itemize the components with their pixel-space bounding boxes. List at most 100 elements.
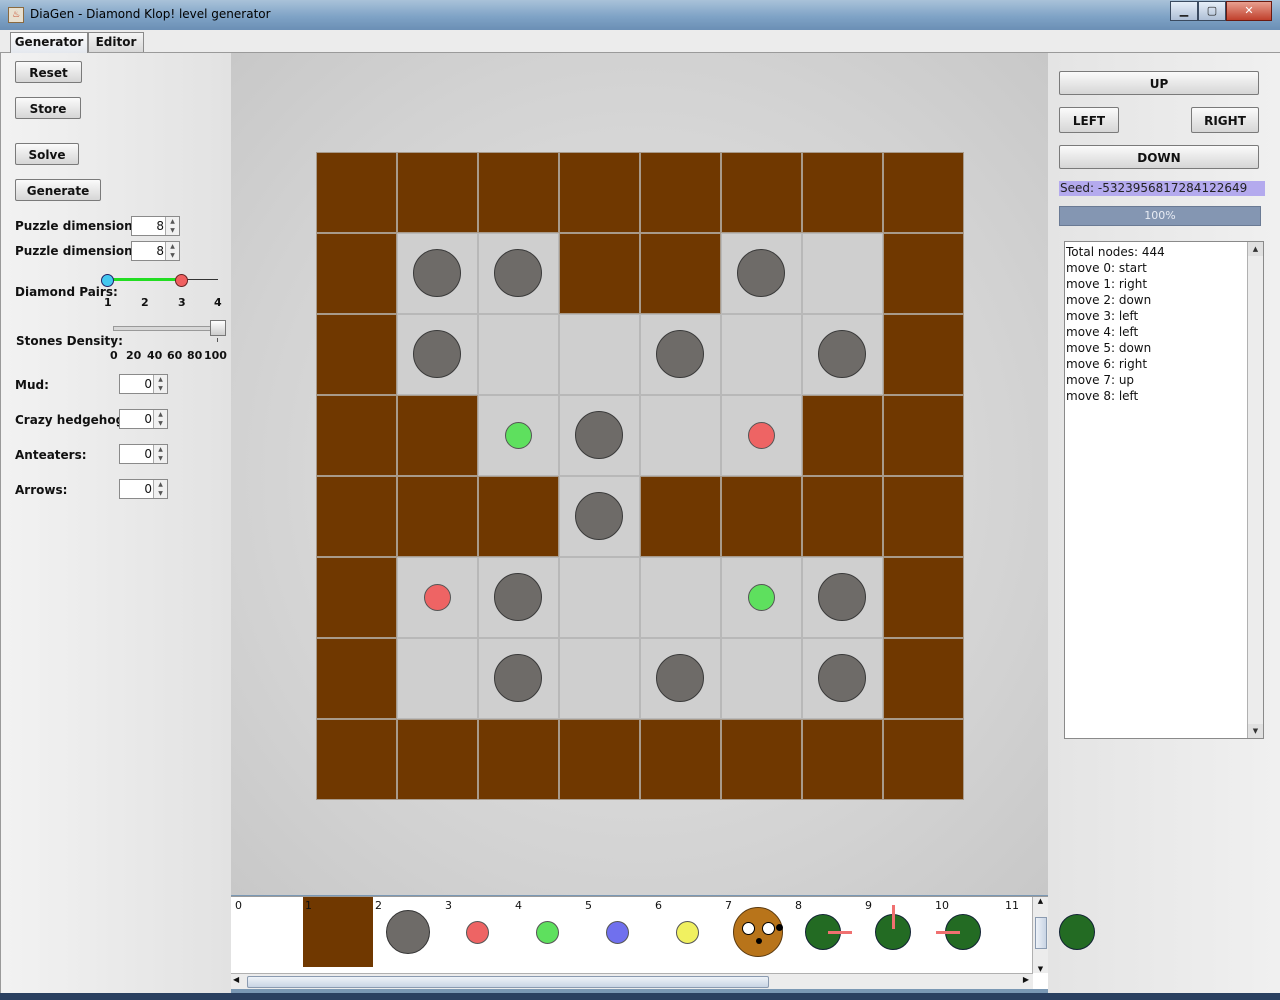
tab-editor[interactable]: Editor	[88, 32, 144, 52]
wall-cell[interactable]	[640, 719, 721, 800]
floor-cell[interactable]	[397, 638, 478, 719]
wall-cell[interactable]	[721, 152, 802, 233]
stones-density-slider[interactable]	[113, 320, 226, 342]
floor-cell[interactable]	[802, 233, 883, 314]
spinner-arrows-icon[interactable]: ▲ ▼	[153, 445, 167, 463]
arrows-spinner[interactable]: 0 ▲ ▼	[119, 479, 168, 499]
scroll-down-icon[interactable]: ▼	[1248, 724, 1263, 738]
wall-cell[interactable]	[478, 152, 559, 233]
wall-cell[interactable]	[640, 152, 721, 233]
palette-item-hedgehog[interactable]: 7	[723, 897, 793, 971]
floor-cell[interactable]	[559, 395, 640, 476]
floor-cell[interactable]	[478, 638, 559, 719]
floor-cell[interactable]	[478, 395, 559, 476]
spinner-arrows-icon[interactable]: ▲ ▼	[165, 217, 179, 235]
palette-vertical-scrollbar[interactable]: ▲ ▼	[1032, 897, 1048, 973]
floor-cell[interactable]	[721, 314, 802, 395]
floor-cell[interactable]	[721, 557, 802, 638]
floor-cell[interactable]	[559, 476, 640, 557]
minimize-button[interactable]: ▁	[1170, 1, 1198, 21]
wall-cell[interactable]	[883, 557, 964, 638]
wall-cell[interactable]	[316, 314, 397, 395]
floor-cell[interactable]	[640, 557, 721, 638]
reset-button[interactable]: Reset	[15, 61, 82, 83]
wall-cell[interactable]	[883, 314, 964, 395]
maximize-button[interactable]: ▢	[1198, 1, 1226, 21]
slider-thumb-low[interactable]	[101, 274, 114, 287]
floor-cell[interactable]	[397, 314, 478, 395]
spinner-arrows-icon[interactable]: ▲ ▼	[153, 375, 167, 393]
dimension-y-spinner[interactable]: 8 ▲ ▼	[131, 241, 180, 261]
close-button[interactable]: ✕	[1226, 1, 1272, 21]
floor-cell[interactable]	[802, 638, 883, 719]
right-button[interactable]: RIGHT	[1191, 107, 1259, 133]
floor-cell[interactable]	[721, 395, 802, 476]
wall-cell[interactable]	[802, 719, 883, 800]
wall-cell[interactable]	[883, 638, 964, 719]
floor-cell[interactable]	[478, 557, 559, 638]
floor-cell[interactable]	[802, 557, 883, 638]
spinner-arrows-icon[interactable]: ▲ ▼	[165, 242, 179, 260]
generate-button[interactable]: Generate	[15, 179, 101, 201]
scrollbar-thumb[interactable]	[247, 976, 769, 988]
wall-cell[interactable]	[397, 719, 478, 800]
wall-cell[interactable]	[316, 719, 397, 800]
floor-cell[interactable]	[640, 395, 721, 476]
floor-cell[interactable]	[397, 233, 478, 314]
up-button[interactable]: UP	[1059, 71, 1259, 95]
floor-cell[interactable]	[640, 314, 721, 395]
scroll-right-icon[interactable]: ▶	[1023, 975, 1029, 984]
store-button[interactable]: Store	[15, 97, 81, 119]
palette-item-red-diamond[interactable]: 3	[443, 897, 513, 971]
scroll-up-icon[interactable]: ▲	[1248, 242, 1263, 256]
anteaters-spinner[interactable]: 0 ▲ ▼	[119, 444, 168, 464]
dimension-x-spinner[interactable]: 8 ▲ ▼	[131, 216, 180, 236]
wall-cell[interactable]	[397, 476, 478, 557]
puzzle-board[interactable]	[316, 152, 964, 800]
palette-item-stone[interactable]: 2	[373, 897, 443, 971]
floor-cell[interactable]	[397, 557, 478, 638]
solve-button[interactable]: Solve	[15, 143, 79, 165]
floor-cell[interactable]	[559, 638, 640, 719]
spinner-arrows-icon[interactable]: ▲ ▼	[153, 410, 167, 428]
palette-item-anteater-right[interactable]: 8	[793, 897, 863, 971]
solution-log[interactable]: Total nodes: 444 move 0: start move 1: rig…	[1064, 241, 1264, 739]
diamond-pairs-slider[interactable]	[101, 272, 219, 288]
wall-cell[interactable]	[397, 152, 478, 233]
wall-cell[interactable]	[316, 476, 397, 557]
floor-cell[interactable]	[721, 638, 802, 719]
palette-item-empty[interactable]: 0	[233, 897, 303, 971]
log-scrollbar[interactable]: ▲ ▼	[1247, 242, 1263, 738]
palette-horizontal-scrollbar[interactable]: ◀ ▶	[231, 973, 1033, 989]
wall-cell[interactable]	[316, 152, 397, 233]
slider-thumb-high[interactable]	[175, 274, 188, 287]
palette-item-blue-diamond[interactable]: 5	[583, 897, 653, 971]
wall-cell[interactable]	[640, 476, 721, 557]
wall-cell[interactable]	[397, 395, 478, 476]
wall-cell[interactable]	[559, 719, 640, 800]
floor-cell[interactable]	[559, 557, 640, 638]
wall-cell[interactable]	[478, 476, 559, 557]
wall-cell[interactable]	[883, 719, 964, 800]
scroll-up-icon[interactable]: ▲	[1033, 897, 1048, 905]
spinner-arrows-icon[interactable]: ▲ ▼	[153, 480, 167, 498]
slider-thumb[interactable]	[210, 320, 226, 336]
palette-item-yellow-diamond[interactable]: 6	[653, 897, 723, 971]
wall-cell[interactable]	[802, 395, 883, 476]
wall-cell[interactable]	[802, 476, 883, 557]
floor-cell[interactable]	[559, 314, 640, 395]
wall-cell[interactable]	[721, 476, 802, 557]
palette-item-anteater-left[interactable]: 10	[933, 897, 1003, 971]
wall-cell[interactable]	[559, 152, 640, 233]
palette-item-green-diamond[interactable]: 4	[513, 897, 583, 971]
wall-cell[interactable]	[316, 638, 397, 719]
wall-cell[interactable]	[316, 233, 397, 314]
wall-cell[interactable]	[883, 395, 964, 476]
scroll-down-icon[interactable]: ▼	[1033, 965, 1048, 973]
wall-cell[interactable]	[559, 233, 640, 314]
wall-cell[interactable]	[883, 476, 964, 557]
left-button[interactable]: LEFT	[1059, 107, 1119, 133]
floor-cell[interactable]	[802, 314, 883, 395]
scroll-left-icon[interactable]: ◀	[233, 975, 239, 984]
down-button[interactable]: DOWN	[1059, 145, 1259, 169]
